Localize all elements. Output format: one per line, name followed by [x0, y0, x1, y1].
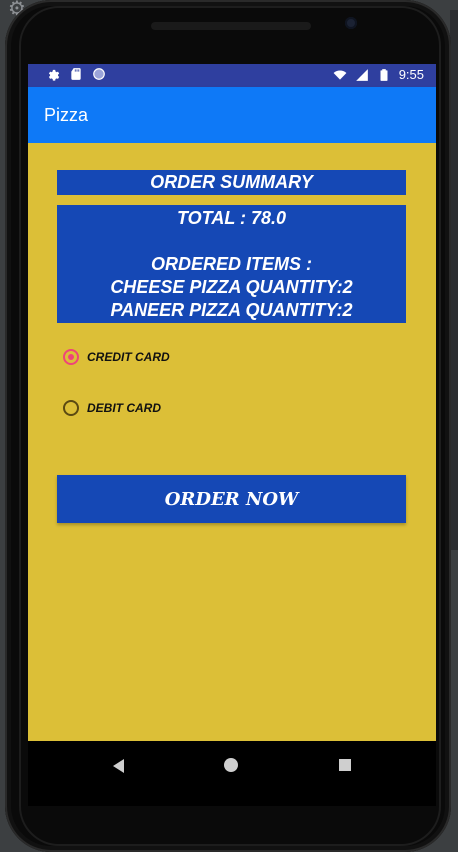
radio-label: DEBIT CARD [87, 401, 161, 415]
radio-debit-card[interactable]: DEBIT CARD [63, 400, 161, 416]
circle-icon [93, 68, 105, 80]
order-now-button[interactable]: ORDER NOW [57, 475, 406, 523]
radio-unchecked-icon[interactable] [63, 400, 79, 416]
ide-side-panel [450, 10, 458, 550]
home-icon[interactable] [224, 758, 238, 772]
order-summary-details: TOTAL : 78.0 ORDERED ITEMS : CHEESE PIZZ… [57, 205, 406, 323]
earpiece-speaker [151, 22, 311, 30]
app-bar: Pizza [28, 87, 436, 143]
app-title: Pizza [44, 105, 89, 125]
total-line: TOTAL : 78.0 [176, 208, 287, 228]
status-time: 9:55 [398, 67, 424, 82]
recents-icon[interactable] [339, 759, 351, 771]
ordered-item: PANEER PIZZA QUANTITY:2 [110, 300, 353, 320]
radio-credit-card[interactable]: CREDIT CARD [63, 349, 170, 365]
device-screen: 9:55 Pizza ORDER SUMMARY TOTAL : 78.0 OR… [28, 64, 436, 806]
radio-label: CREDIT CARD [87, 350, 170, 364]
settings-icon [48, 69, 60, 81]
front-camera [345, 17, 357, 29]
radio-checked-icon[interactable] [63, 349, 79, 365]
sd-card-icon [71, 68, 81, 80]
device-frame: 9:55 Pizza ORDER SUMMARY TOTAL : 78.0 OR… [5, 0, 451, 852]
signal-icon [355, 68, 368, 81]
ordered-item: CHEESE PIZZA QUANTITY:2 [110, 277, 353, 297]
wifi-icon [333, 70, 347, 80]
order-summary-heading: ORDER SUMMARY [57, 170, 406, 195]
status-bar: 9:55 [28, 64, 436, 87]
navigation-bar [28, 741, 436, 806]
main-content: ORDER SUMMARY TOTAL : 78.0 ORDERED ITEMS… [28, 143, 436, 741]
back-icon[interactable] [113, 759, 124, 773]
items-heading: ORDERED ITEMS : [150, 254, 312, 274]
battery-icon [380, 68, 388, 81]
